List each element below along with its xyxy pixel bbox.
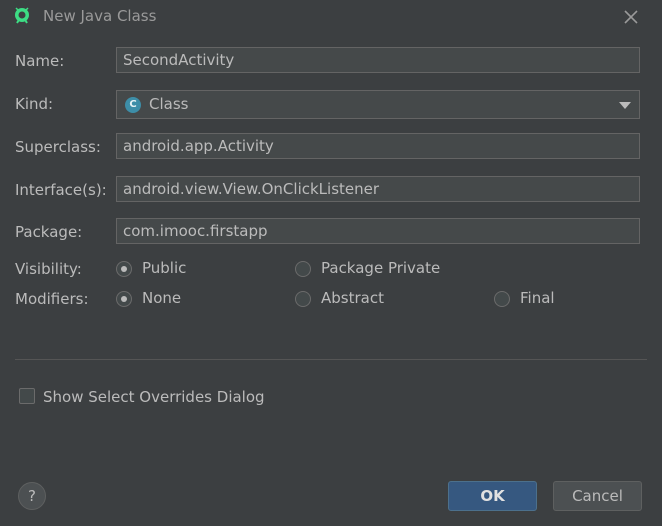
class-icon: C [125, 97, 141, 113]
kind-dropdown[interactable]: C Class [116, 90, 640, 119]
radio-label: Final [520, 289, 555, 307]
visibility-label: Visibility: [15, 260, 82, 278]
radio-dot [121, 296, 127, 302]
help-button[interactable]: ? [18, 482, 46, 510]
interfaces-field[interactable]: android.view.View.OnClickListener [116, 176, 640, 202]
radio-circle [494, 291, 510, 307]
name-label: Name: [15, 52, 65, 70]
radio-circle [116, 291, 132, 307]
package-field[interactable]: com.imooc.firstapp [116, 218, 640, 244]
superclass-label: Superclass: [15, 138, 101, 156]
interfaces-label: Interface(s): [15, 181, 107, 199]
superclass-field[interactable]: android.app.Activity [116, 133, 640, 159]
checkbox-box [19, 388, 35, 404]
title-bar: New Java Class [0, 0, 662, 32]
window-title: New Java Class [43, 7, 157, 25]
close-icon[interactable] [620, 6, 642, 28]
kind-label: Kind: [15, 95, 54, 113]
cancel-button[interactable]: Cancel [553, 481, 642, 511]
modifiers-label: Modifiers: [15, 290, 89, 308]
radio-circle [116, 261, 132, 277]
radio-circle [295, 261, 311, 277]
package-label: Package: [15, 223, 83, 241]
radio-label: None [142, 289, 182, 307]
ok-button[interactable]: OK [448, 481, 537, 511]
checkbox-label: Show Select Overrides Dialog [43, 388, 265, 406]
kind-value: Class [149, 95, 189, 113]
radio-label: Public [142, 259, 187, 277]
chevron-down-icon [619, 102, 631, 109]
radio-dot [121, 266, 127, 272]
radio-label: Package Private [321, 259, 441, 277]
separator [15, 359, 647, 360]
name-field[interactable]: SecondActivity [116, 47, 640, 73]
android-studio-icon [15, 7, 29, 24]
radio-label: Abstract [321, 289, 384, 307]
radio-circle [295, 291, 311, 307]
